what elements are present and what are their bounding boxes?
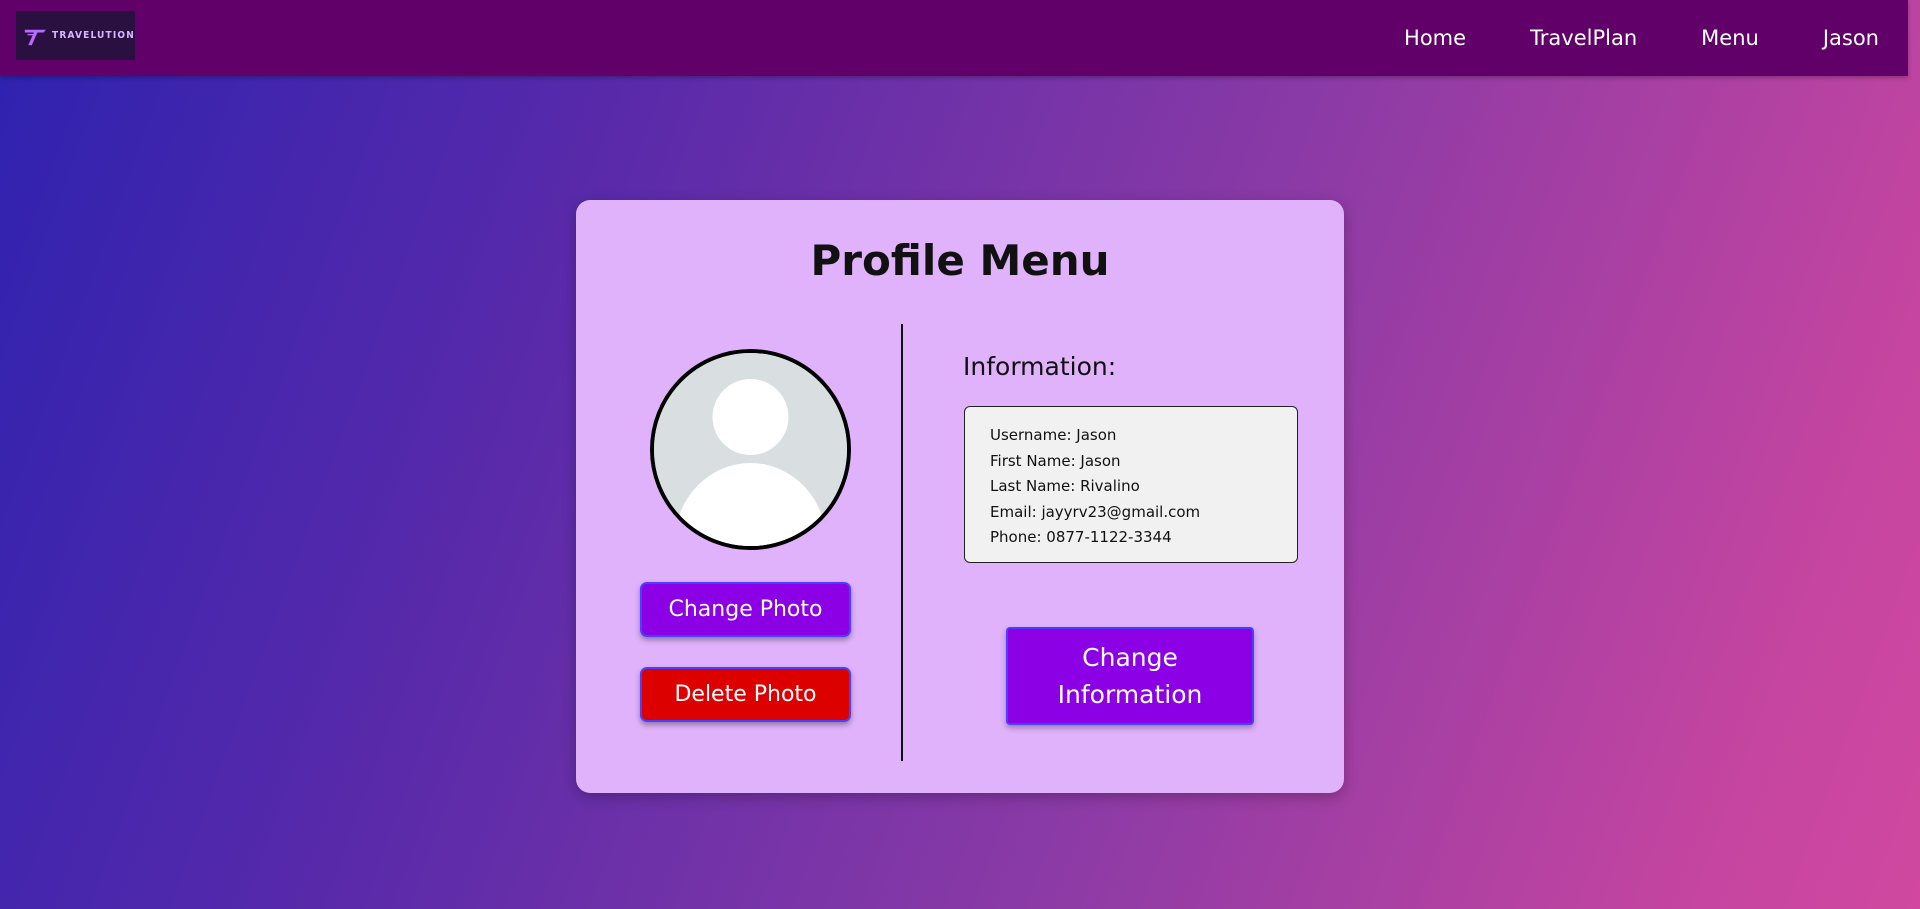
change-information-label-line1: Change <box>1082 643 1178 672</box>
nav-user-jason[interactable]: Jason <box>1823 26 1879 50</box>
information-heading: Information: <box>963 352 1117 381</box>
default-avatar-icon <box>654 353 847 546</box>
delete-photo-button[interactable]: Delete Photo <box>640 667 851 722</box>
info-first-name: First Name: Jason <box>990 451 1121 470</box>
information-box: Username: Jason First Name: Jason Last N… <box>964 406 1298 563</box>
info-last-name: Last Name: Rivalino <box>990 477 1140 495</box>
nav-links: Home TravelPlan Menu Jason <box>1404 0 1908 76</box>
nav-menu[interactable]: Menu <box>1701 26 1759 50</box>
top-navbar: TRAVELUTION Home TravelPlan Menu Jason <box>0 0 1908 76</box>
change-photo-button[interactable]: Change Photo <box>640 582 851 637</box>
info-username: Username: Jason <box>990 426 1117 444</box>
avatar <box>650 349 851 550</box>
travelution-logo[interactable]: TRAVELUTION <box>16 11 135 60</box>
travelution-logo-icon <box>24 29 46 45</box>
info-email: Email: jayyrv23@gmail.com <box>990 502 1201 521</box>
nav-home[interactable]: Home <box>1404 26 1466 50</box>
logo-text: TRAVELUTION <box>52 30 135 41</box>
info-phone: Phone: 0877-1122-3344 <box>990 528 1172 546</box>
nav-travelplan[interactable]: TravelPlan <box>1530 26 1637 50</box>
profile-card: Profile Menu Change Photo Delete Photo I… <box>576 200 1344 793</box>
vertical-divider <box>901 324 903 761</box>
change-information-button[interactable]: Change Information <box>1006 627 1254 725</box>
page-title: Profile Menu <box>810 236 1110 285</box>
change-information-label-line2: Information <box>1057 680 1203 709</box>
